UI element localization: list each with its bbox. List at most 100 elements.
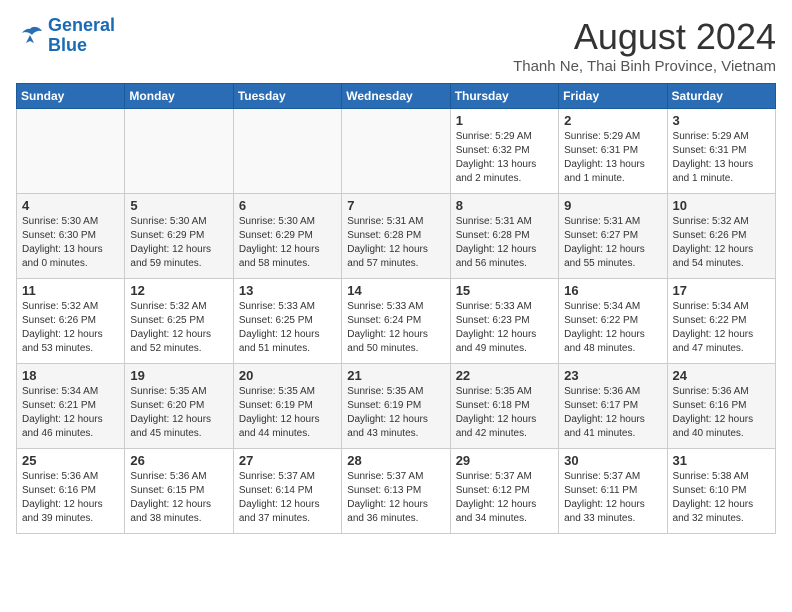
week-row-3: 11 Sunrise: 5:32 AM Sunset: 6:26 PM Dayli… bbox=[17, 279, 776, 364]
day-info: Sunrise: 5:33 AM Sunset: 6:24 PM Dayligh… bbox=[347, 300, 444, 356]
calendar-cell: 28 Sunrise: 5:37 AM Sunset: 6:13 PM Dayli… bbox=[342, 449, 450, 534]
day-number: 13 bbox=[239, 283, 336, 298]
header-row: SundayMondayTuesdayWednesdayThursdayFrid… bbox=[17, 84, 776, 109]
day-info: Sunrise: 5:31 AM Sunset: 6:28 PM Dayligh… bbox=[347, 215, 444, 271]
header-thursday: Thursday bbox=[450, 84, 558, 109]
day-number: 16 bbox=[564, 283, 661, 298]
calendar-cell: 31 Sunrise: 5:38 AM Sunset: 6:10 PM Dayli… bbox=[667, 449, 775, 534]
day-info: Sunrise: 5:37 AM Sunset: 6:12 PM Dayligh… bbox=[456, 470, 553, 526]
calendar-cell: 30 Sunrise: 5:37 AM Sunset: 6:11 PM Dayli… bbox=[559, 449, 667, 534]
week-row-1: 1 Sunrise: 5:29 AM Sunset: 6:32 PM Daylig… bbox=[17, 109, 776, 194]
header-friday: Friday bbox=[559, 84, 667, 109]
calendar-cell: 2Sunrise: 5:29 AM Sunset: 6:31 PM Daylig… bbox=[559, 109, 667, 194]
day-info: Sunrise: 5:34 AM Sunset: 6:22 PM Dayligh… bbox=[673, 300, 770, 356]
calendar-cell: 4 Sunrise: 5:30 AM Sunset: 6:30 PM Daylig… bbox=[17, 194, 125, 279]
day-info: Sunrise: 5:38 AM Sunset: 6:10 PM Dayligh… bbox=[673, 470, 770, 526]
calendar-cell: 29 Sunrise: 5:37 AM Sunset: 6:12 PM Dayli… bbox=[450, 449, 558, 534]
calendar-cell: 12 Sunrise: 5:32 AM Sunset: 6:25 PM Dayli… bbox=[125, 279, 233, 364]
day-number: 23 bbox=[564, 368, 661, 383]
day-info: Sunrise: 5:30 AM Sunset: 6:30 PM Dayligh… bbox=[22, 215, 119, 271]
week-row-4: 18 Sunrise: 5:34 AM Sunset: 6:21 PM Dayli… bbox=[17, 364, 776, 449]
calendar-cell: 8 Sunrise: 5:31 AM Sunset: 6:28 PM Daylig… bbox=[450, 194, 558, 279]
day-number: 14 bbox=[347, 283, 444, 298]
day-info: Sunrise: 5:30 AM Sunset: 6:29 PM Dayligh… bbox=[130, 215, 227, 271]
logo-line1: General bbox=[48, 15, 115, 35]
day-number: 19 bbox=[130, 368, 227, 383]
week-row-5: 25Sunrise: 5:36 AM Sunset: 6:16 PM Dayli… bbox=[17, 449, 776, 534]
calendar-cell: 15Sunrise: 5:33 AM Sunset: 6:23 PM Dayli… bbox=[450, 279, 558, 364]
day-number: 11 bbox=[22, 283, 119, 298]
day-info: Sunrise: 5:35 AM Sunset: 6:18 PM Dayligh… bbox=[456, 385, 553, 441]
day-number: 26 bbox=[130, 453, 227, 468]
header-monday: Monday bbox=[125, 84, 233, 109]
calendar-cell bbox=[233, 109, 341, 194]
day-info: Sunrise: 5:36 AM Sunset: 6:17 PM Dayligh… bbox=[564, 385, 661, 441]
day-info: Sunrise: 5:37 AM Sunset: 6:14 PM Dayligh… bbox=[239, 470, 336, 526]
day-number: 18 bbox=[22, 368, 119, 383]
day-number: 1 bbox=[456, 113, 553, 128]
calendar-cell: 5 Sunrise: 5:30 AM Sunset: 6:29 PM Daylig… bbox=[125, 194, 233, 279]
calendar-cell: 16 Sunrise: 5:34 AM Sunset: 6:22 PM Dayli… bbox=[559, 279, 667, 364]
calendar-cell bbox=[17, 109, 125, 194]
calendar-cell: 17Sunrise: 5:34 AM Sunset: 6:22 PM Dayli… bbox=[667, 279, 775, 364]
calendar-cell: 20 Sunrise: 5:35 AM Sunset: 6:19 PM Dayli… bbox=[233, 364, 341, 449]
calendar-cell: 9Sunrise: 5:31 AM Sunset: 6:27 PM Daylig… bbox=[559, 194, 667, 279]
day-info: Sunrise: 5:33 AM Sunset: 6:25 PM Dayligh… bbox=[239, 300, 336, 356]
day-info: Sunrise: 5:35 AM Sunset: 6:20 PM Dayligh… bbox=[130, 385, 227, 441]
day-info: Sunrise: 5:32 AM Sunset: 6:26 PM Dayligh… bbox=[22, 300, 119, 356]
day-number: 20 bbox=[239, 368, 336, 383]
calendar-cell: 10Sunrise: 5:32 AM Sunset: 6:26 PM Dayli… bbox=[667, 194, 775, 279]
calendar-cell: 21 Sunrise: 5:35 AM Sunset: 6:19 PM Dayli… bbox=[342, 364, 450, 449]
day-info: Sunrise: 5:36 AM Sunset: 6:16 PM Dayligh… bbox=[673, 385, 770, 441]
day-number: 29 bbox=[456, 453, 553, 468]
day-number: 28 bbox=[347, 453, 444, 468]
week-row-2: 4 Sunrise: 5:30 AM Sunset: 6:30 PM Daylig… bbox=[17, 194, 776, 279]
calendar-cell: 6 Sunrise: 5:30 AM Sunset: 6:29 PM Daylig… bbox=[233, 194, 341, 279]
day-number: 4 bbox=[22, 198, 119, 213]
day-info: Sunrise: 5:34 AM Sunset: 6:22 PM Dayligh… bbox=[564, 300, 661, 356]
day-info: Sunrise: 5:37 AM Sunset: 6:13 PM Dayligh… bbox=[347, 470, 444, 526]
calendar-table: SundayMondayTuesdayWednesdayThursdayFrid… bbox=[16, 83, 776, 534]
day-number: 7 bbox=[347, 198, 444, 213]
day-info: Sunrise: 5:31 AM Sunset: 6:28 PM Dayligh… bbox=[456, 215, 553, 271]
day-number: 31 bbox=[673, 453, 770, 468]
day-info: Sunrise: 5:37 AM Sunset: 6:11 PM Dayligh… bbox=[564, 470, 661, 526]
day-info: Sunrise: 5:32 AM Sunset: 6:26 PM Dayligh… bbox=[673, 215, 770, 271]
logo: General Blue bbox=[16, 16, 115, 56]
day-number: 2 bbox=[564, 113, 661, 128]
calendar-cell: 24 Sunrise: 5:36 AM Sunset: 6:16 PM Dayli… bbox=[667, 364, 775, 449]
calendar-cell: 26Sunrise: 5:36 AM Sunset: 6:15 PM Dayli… bbox=[125, 449, 233, 534]
day-info: Sunrise: 5:35 AM Sunset: 6:19 PM Dayligh… bbox=[239, 385, 336, 441]
calendar-cell: 23 Sunrise: 5:36 AM Sunset: 6:17 PM Dayli… bbox=[559, 364, 667, 449]
day-info: Sunrise: 5:36 AM Sunset: 6:16 PM Dayligh… bbox=[22, 470, 119, 526]
day-number: 5 bbox=[130, 198, 227, 213]
day-number: 6 bbox=[239, 198, 336, 213]
calendar-cell: 25Sunrise: 5:36 AM Sunset: 6:16 PM Dayli… bbox=[17, 449, 125, 534]
day-info: Sunrise: 5:31 AM Sunset: 6:27 PM Dayligh… bbox=[564, 215, 661, 271]
day-number: 22 bbox=[456, 368, 553, 383]
calendar-cell: 3 Sunrise: 5:29 AM Sunset: 6:31 PM Daylig… bbox=[667, 109, 775, 194]
header-wednesday: Wednesday bbox=[342, 84, 450, 109]
logo-line2: Blue bbox=[48, 35, 87, 55]
calendar-cell: 27Sunrise: 5:37 AM Sunset: 6:14 PM Dayli… bbox=[233, 449, 341, 534]
calendar-cell: 13 Sunrise: 5:33 AM Sunset: 6:25 PM Dayli… bbox=[233, 279, 341, 364]
header-tuesday: Tuesday bbox=[233, 84, 341, 109]
calendar-cell: 19 Sunrise: 5:35 AM Sunset: 6:20 PM Dayli… bbox=[125, 364, 233, 449]
day-number: 8 bbox=[456, 198, 553, 213]
day-number: 30 bbox=[564, 453, 661, 468]
day-number: 12 bbox=[130, 283, 227, 298]
logo-icon bbox=[16, 25, 44, 47]
day-info: Sunrise: 5:30 AM Sunset: 6:29 PM Dayligh… bbox=[239, 215, 336, 271]
calendar-cell: 7 Sunrise: 5:31 AM Sunset: 6:28 PM Daylig… bbox=[342, 194, 450, 279]
day-info: Sunrise: 5:29 AM Sunset: 6:32 PM Dayligh… bbox=[456, 130, 553, 186]
day-info: Sunrise: 5:32 AM Sunset: 6:25 PM Dayligh… bbox=[130, 300, 227, 356]
day-info: Sunrise: 5:29 AM Sunset: 6:31 PM Dayligh… bbox=[673, 130, 770, 186]
calendar-cell: 1 Sunrise: 5:29 AM Sunset: 6:32 PM Daylig… bbox=[450, 109, 558, 194]
day-number: 24 bbox=[673, 368, 770, 383]
day-info: Sunrise: 5:34 AM Sunset: 6:21 PM Dayligh… bbox=[22, 385, 119, 441]
day-info: Sunrise: 5:35 AM Sunset: 6:19 PM Dayligh… bbox=[347, 385, 444, 441]
day-number: 3 bbox=[673, 113, 770, 128]
day-number: 21 bbox=[347, 368, 444, 383]
month-year-title: August 2024 bbox=[513, 16, 776, 58]
day-number: 15 bbox=[456, 283, 553, 298]
